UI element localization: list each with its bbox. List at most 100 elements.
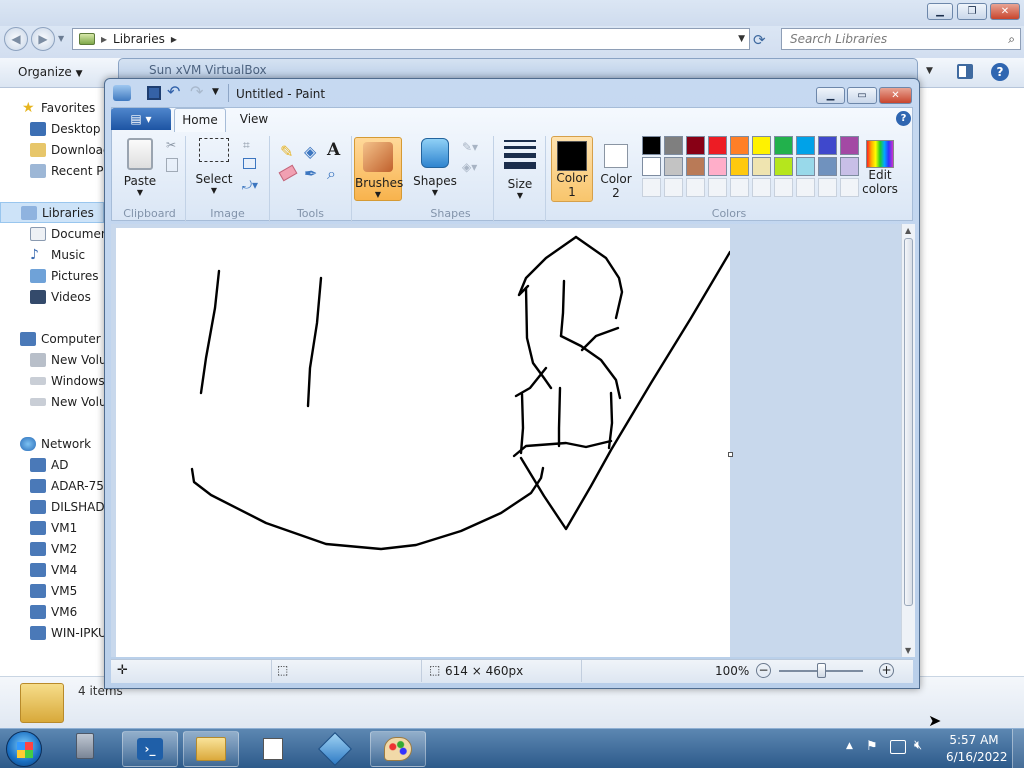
shapes-button[interactable]: Shapes ▼ [412,138,458,197]
color-swatch[interactable] [774,136,793,155]
taskbar-virtualbox[interactable] [308,731,362,767]
color-swatch[interactable] [642,136,661,155]
custom-color-slot[interactable] [818,178,837,197]
address-dropdown-icon[interactable]: ▼ [738,34,745,44]
nav-new-volume-2[interactable]: New Volume [30,391,104,412]
nav-downloads[interactable]: Downloads [30,139,104,160]
color-swatch[interactable] [642,157,661,176]
color-swatch[interactable] [818,157,837,176]
network-status-icon[interactable] [890,740,906,754]
nav-documents[interactable]: Documents [30,223,104,244]
nav-pictures[interactable]: Pictures [30,265,99,286]
server-manager-icon[interactable] [76,733,106,763]
color-swatch[interactable] [796,157,815,176]
search-input[interactable]: Search Libraries ⌕ [781,28,1021,50]
nav-network-vm2[interactable]: VM2 [30,538,77,559]
taskbar-paint[interactable] [370,731,426,767]
magnifier-icon[interactable]: ⌕ [327,164,336,184]
nav-favorites[interactable]: ★ Favorites [22,97,95,118]
paint-close-button[interactable]: ✕ [879,87,912,104]
custom-color-slot[interactable] [708,178,727,197]
paint-maximize-button[interactable]: ▭ [847,87,877,104]
start-button[interactable] [6,731,42,767]
nav-network-ad[interactable]: AD [30,454,68,475]
tab-home[interactable]: Home [174,108,226,132]
color-swatch[interactable] [730,136,749,155]
volume-muted-icon[interactable]: 🔇︎ [914,738,922,753]
resize-handle[interactable] [728,452,733,457]
cut-icon[interactable]: ✂ [166,138,176,152]
save-icon[interactable] [147,86,161,100]
color-swatch[interactable] [708,157,727,176]
color-swatch[interactable] [840,157,859,176]
scroll-up-icon[interactable]: ▲ [905,226,911,235]
address-bar[interactable]: ▸ Libraries ▸ ▼ [72,28,750,50]
quick-access-dropdown-icon[interactable]: ▼ [212,87,219,97]
text-icon[interactable]: A [327,140,340,160]
nav-network-vm5[interactable]: VM5 [30,580,77,601]
scroll-down-icon[interactable]: ▼ [905,646,911,655]
explorer-close-button[interactable]: ✕ [990,3,1020,20]
nav-libraries[interactable]: Libraries [0,202,104,223]
nav-music[interactable]: ♪ Music [30,244,85,265]
outline-icon[interactable]: ✎▾ [462,140,478,154]
edit-colors-button[interactable]: Edit colors [858,136,902,196]
paste-button[interactable]: Paste ▼ [120,138,160,197]
nav-windows-drive[interactable]: Windows [30,370,104,391]
pencil-icon[interactable]: ✎ [280,142,293,161]
nav-network-dilshad[interactable]: DILSHAD- [30,496,104,517]
nav-computer[interactable]: Computer [20,328,101,349]
custom-color-slot[interactable] [730,178,749,197]
color-swatch[interactable] [664,136,683,155]
color-swatch[interactable] [708,136,727,155]
color-swatch[interactable] [818,136,837,155]
preview-pane-icon[interactable] [957,64,973,79]
undo-icon[interactable]: ↶ [167,82,180,101]
custom-color-slot[interactable] [774,178,793,197]
nav-videos[interactable]: Videos [30,286,91,307]
color-swatch[interactable] [752,157,771,176]
show-hidden-icons-icon[interactable]: ▲ [846,741,853,751]
help-icon[interactable]: ? [991,63,1009,81]
select-button[interactable]: Select ▼ [192,138,236,195]
zoom-in-icon[interactable]: + [879,663,894,678]
explorer-maximize-button[interactable]: ❐ [957,3,987,20]
custom-color-slot[interactable] [840,178,859,197]
custom-color-slot[interactable] [796,178,815,197]
color1-button[interactable]: Color 1 [551,136,593,202]
color-swatch[interactable] [664,157,683,176]
crop-icon[interactable]: ⌗ [243,138,250,153]
nav-recent-places[interactable]: Recent Places [30,160,104,181]
action-center-flag-icon[interactable]: ⚑ [866,739,878,754]
nav-network-vm6[interactable]: VM6 [30,601,77,622]
paint-app-icon[interactable] [113,85,131,101]
zoom-slider-thumb[interactable] [817,663,826,678]
nav-network-vm1[interactable]: VM1 [30,517,77,538]
recent-pages-icon[interactable]: ▼ [58,34,64,43]
color2-button[interactable]: Color 2 [596,136,636,202]
color-swatch[interactable] [730,157,749,176]
vertical-scrollbar[interactable]: ▲ ▼ [901,224,915,657]
zoom-out-icon[interactable]: − [756,663,771,678]
show-desktop-button[interactable] [1012,729,1024,768]
rotate-icon[interactable]: ⤾▾ [242,178,258,193]
paint-minimize-button[interactable]: ▁ [816,87,845,104]
color-swatch[interactable] [774,157,793,176]
fill-icon[interactable]: ◈ [304,142,316,161]
shape-fill-icon[interactable]: ◈▾ [462,160,477,174]
drawing-canvas[interactable] [116,228,730,657]
nav-network-vm4[interactable]: VM4 [30,559,77,580]
clock[interactable]: 5:57 AM 6/16/2022 [946,733,1008,764]
taskbar-explorer[interactable] [183,731,239,767]
nav-network[interactable]: Network [20,433,91,454]
custom-color-slot[interactable] [686,178,705,197]
color-swatch[interactable] [686,136,705,155]
organize-button[interactable]: Organize ▼ [18,65,83,79]
taskbar-notepad[interactable] [248,735,298,763]
color-swatch[interactable] [686,157,705,176]
eraser-icon[interactable] [278,164,298,182]
brushes-button[interactable]: Brushes ▼ [354,137,403,201]
custom-color-slot[interactable] [752,178,771,197]
redo-icon[interactable]: ↷ [190,82,203,101]
size-button[interactable]: Size ▼ [500,138,540,200]
